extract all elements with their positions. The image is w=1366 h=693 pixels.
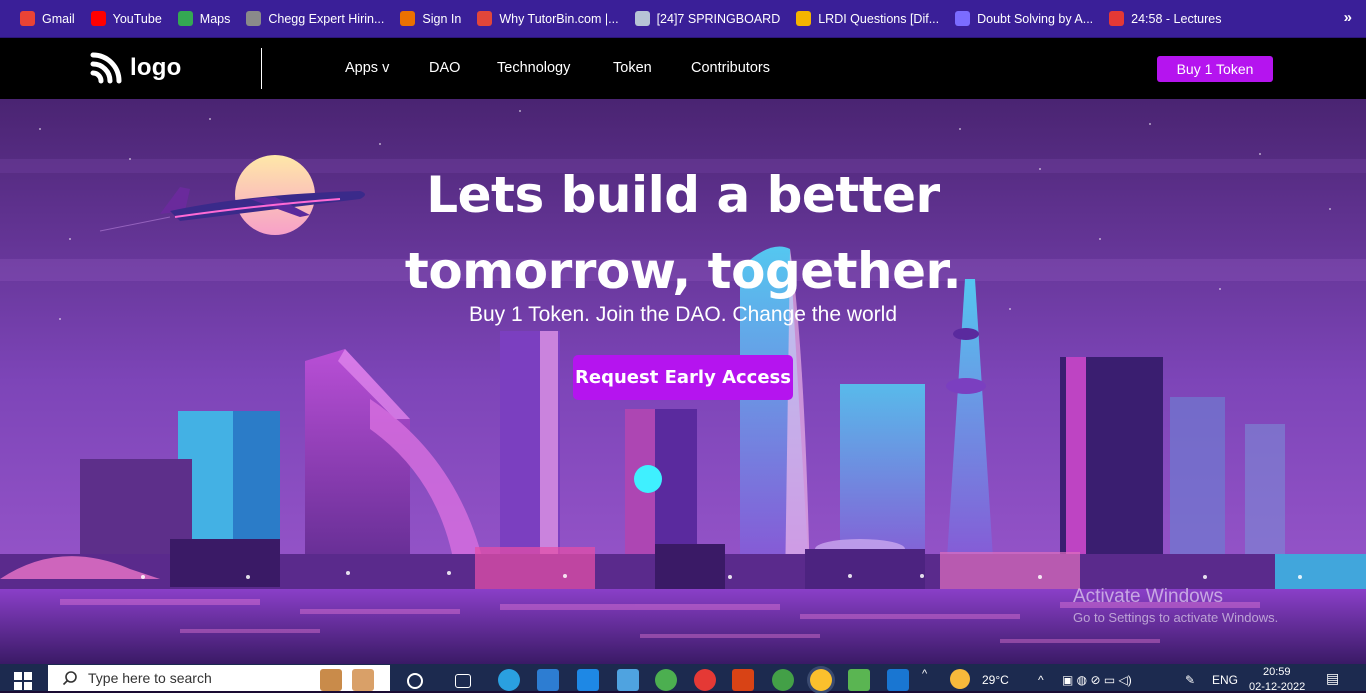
lrdi-icon: [796, 11, 812, 26]
search-icon: [62, 671, 77, 686]
bookmarks-overflow-button[interactable]: »: [1344, 9, 1352, 26]
nav-link-technology[interactable]: Technology: [497, 60, 570, 76]
bookmark-label: YouTube: [112, 11, 162, 26]
windows-taskbar: Type here to search ^ 29°C ^ ▣ ◍ ⊘ ▭ ◁) …: [0, 664, 1366, 693]
nav-divider: [261, 48, 262, 89]
bookmarks-bar: Gmail YouTube Maps Chegg Expert Hirin... Sig…: [0, 0, 1366, 38]
opera-icon[interactable]: [694, 669, 716, 691]
hero-title: Lets build a better tomorrow, together.: [0, 157, 1366, 309]
office-icon[interactable]: [732, 669, 754, 691]
show-hidden-icons-chevron-icon[interactable]: ^: [922, 668, 927, 680]
hero-subtitle: Buy 1 Token. Join the DAO. Change the wo…: [468, 303, 898, 326]
edge-icon[interactable]: [498, 669, 520, 691]
weather-icon[interactable]: [950, 669, 970, 689]
top-navigation: logo Apps v DAO Technology Token Contrib…: [0, 38, 1366, 99]
store-icon[interactable]: [537, 669, 559, 691]
bookmark-item[interactable]: 24:58 - Lectures: [1101, 6, 1229, 32]
request-early-access-button[interactable]: Request Early Access: [573, 355, 793, 400]
hero-title-line-1: Lets build a better: [426, 166, 940, 224]
search-placeholder: Type here to search: [88, 670, 212, 686]
bookmark-label: Gmail: [42, 11, 75, 26]
task-view-icon[interactable]: [455, 674, 471, 688]
tray-chevron-icon[interactable]: ^: [1038, 673, 1044, 687]
nav-link-dao[interactable]: DAO: [429, 60, 460, 76]
doubt-icon: [955, 11, 971, 26]
bookmark-item[interactable]: YouTube: [83, 6, 170, 32]
clock-date[interactable]: 02-12-2022: [1249, 681, 1305, 693]
nav-link-contributors[interactable]: Contributors: [691, 60, 770, 76]
watermark-line-1: Activate Windows: [1073, 586, 1223, 607]
chegg-icon: [400, 11, 416, 26]
bookmarks-list: Gmail YouTube Maps Chegg Expert Hirin... Sig…: [12, 6, 1230, 32]
clock-time[interactable]: 20:59: [1263, 666, 1291, 678]
bookmark-item[interactable]: Sign In: [392, 6, 469, 32]
bookmark-label: Chegg Expert Hirin...: [268, 11, 385, 26]
bookmark-label: Doubt Solving by A...: [977, 11, 1094, 26]
maps-icon: [177, 11, 193, 26]
bookmark-label: LRDI Questions [Dif...: [818, 11, 940, 26]
bookmark-item[interactable]: Gmail: [12, 6, 83, 32]
folder-photos-icon[interactable]: [320, 669, 342, 691]
notifications-icon[interactable]: ▤: [1326, 670, 1339, 687]
watermark-line-2: Go to Settings to activate Windows.: [1073, 610, 1279, 625]
youtube-icon: [90, 11, 106, 26]
language-indicator[interactable]: ENG: [1212, 673, 1238, 687]
mail-icon[interactable]: [577, 669, 599, 691]
bookmark-item[interactable]: LRDI Questions [Dif...: [788, 6, 947, 32]
bookmark-label: Sign In: [422, 11, 462, 26]
bookmark-item[interactable]: Why TutorBin.com |...: [469, 6, 626, 32]
gmail-icon: [20, 11, 35, 26]
bookmark-label: [24]7 SPRINGBOARD: [656, 11, 781, 26]
pen-icon[interactable]: ✎: [1185, 673, 1195, 687]
bookmark-item[interactable]: Doubt Solving by A...: [947, 6, 1101, 32]
chatgpt-icon[interactable]: [772, 669, 794, 691]
hero-section: Lets build a better tomorrow, together. …: [0, 99, 1366, 664]
people-icon[interactable]: [352, 669, 374, 691]
site-logo[interactable]: logo: [90, 52, 181, 84]
windows-start-icon[interactable]: [14, 672, 32, 690]
bookmark-label: Why TutorBin.com |...: [499, 11, 619, 26]
utorrent-icon[interactable]: [655, 669, 677, 691]
cortana-icon[interactable]: [407, 673, 423, 689]
nav-link-apps[interactable]: Apps v: [345, 60, 389, 76]
bookmark-label: 24:58 - Lectures: [1131, 11, 1222, 26]
weather-temperature[interactable]: 29°C: [982, 673, 1009, 687]
bookmark-item[interactable]: Maps: [170, 6, 239, 32]
activate-windows-watermark: Activate Windows Go to Settings to activ…: [1073, 586, 1278, 625]
tutorbin-icon: [477, 11, 493, 26]
bookmark-item[interactable]: [24]7 SPRINGBOARD: [627, 6, 789, 32]
rss-logo-icon: [90, 52, 122, 84]
logo-text: logo: [130, 54, 182, 81]
bookmark-item[interactable]: Chegg Expert Hirin...: [238, 6, 392, 32]
tray-status-icons[interactable]: ▣ ◍ ⊘ ▭ ◁): [1062, 673, 1132, 687]
nav-link-token[interactable]: Token: [613, 60, 652, 76]
globe-icon: [246, 11, 262, 26]
photos-icon[interactable]: [617, 669, 639, 691]
bookmark-label: Maps: [199, 11, 231, 26]
snipping-icon[interactable]: [848, 669, 870, 691]
vscode-icon[interactable]: [887, 669, 909, 691]
hero-title-line-2: tomorrow, together.: [404, 242, 962, 300]
buy-token-button[interactable]: Buy 1 Token: [1157, 56, 1273, 82]
check-icon: [1109, 11, 1125, 26]
chrome-icon[interactable]: [810, 669, 832, 691]
springboard-icon: [634, 11, 650, 26]
